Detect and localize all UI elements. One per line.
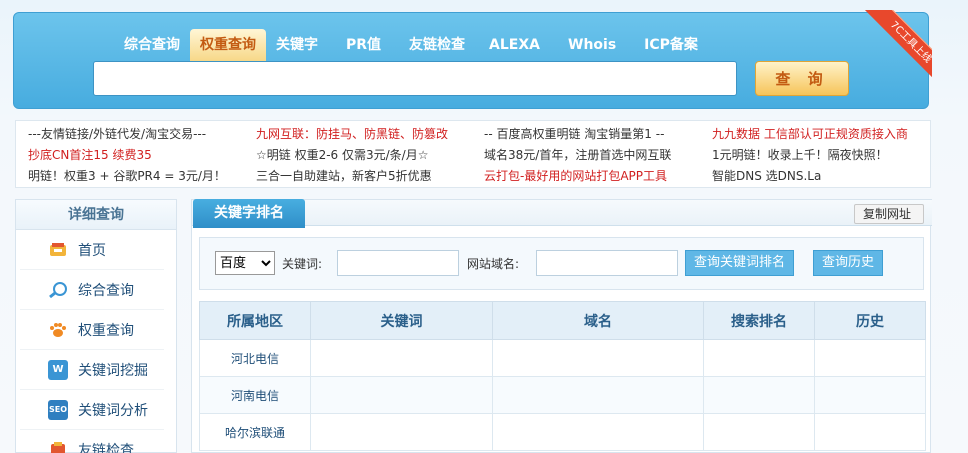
sidebar-title: 详细查询 bbox=[16, 200, 176, 230]
region-cell: 河南电信 bbox=[199, 376, 311, 414]
ad-column: ---友情链接/外链代发/淘宝交易--- 抄底CN首注15 续费35 明链！权重… bbox=[28, 124, 226, 187]
sidebar-item-label: 关键词分析 bbox=[78, 402, 148, 419]
sidebar-item-label: 友链检查 bbox=[78, 442, 134, 453]
column-header-domain: 域名 bbox=[492, 301, 704, 340]
tab-weight[interactable]: 权重查询 bbox=[190, 29, 266, 61]
copy-url-button[interactable]: 复制网址 bbox=[853, 204, 924, 224]
ad-column: 九九数据 工信部认可正规资质接入商 1元明链！收录上千！隔夜快照！ 智能DNS … bbox=[712, 124, 908, 187]
sidebar-item-keyword-mining[interactable]: W 关键词挖掘 bbox=[20, 350, 164, 390]
ad-link[interactable]: -- 百度高权重明链 淘宝销量第1 -- bbox=[484, 124, 671, 145]
tab-friendlink[interactable]: 友链检查 bbox=[399, 29, 475, 61]
ad-link[interactable]: ---友情链接/外链代发/淘宝交易--- bbox=[28, 124, 226, 145]
tab-pr[interactable]: PR值 bbox=[328, 29, 399, 61]
column-header-rank: 搜索排名 bbox=[703, 301, 815, 340]
ad-link[interactable]: 九网互联：防挂马、防黑链、防篡改 bbox=[256, 124, 448, 145]
ad-column: 九网互联：防挂马、防黑链、防篡改 ☆明链 权重2-6 仅需3元/条/月☆ 三合一… bbox=[256, 124, 448, 187]
query-ranking-button[interactable]: 查询关键词排名 bbox=[685, 250, 795, 276]
history-cell bbox=[814, 376, 926, 414]
query-history-button[interactable]: 查询历史 bbox=[813, 250, 884, 276]
ribbon-label[interactable]: 7C工具上线 bbox=[865, 10, 932, 80]
magnifier-icon bbox=[48, 280, 68, 300]
main-header: 关键字排名 复制网址 bbox=[192, 199, 932, 228]
sidebar-item-label: 关键词挖掘 bbox=[78, 362, 148, 379]
domain-cell bbox=[492, 376, 704, 414]
tab-whois[interactable]: Whois bbox=[554, 29, 630, 61]
tab-keyword-ranking[interactable]: 关键字排名 bbox=[193, 199, 305, 228]
ad-column: -- 百度高权重明链 淘宝销量第1 -- 域名38元/首年，注册首选中网互联 云… bbox=[484, 124, 671, 187]
ranking-table: 所属地区 关键词 域名 搜索排名 历史 河北电信 河南电信 哈尔滨联通 bbox=[199, 301, 926, 451]
corner-ribbon[interactable]: 7C工具上线 bbox=[862, 10, 932, 80]
main-panel: 关键字排名 复制网址 百度 关键词: 网站域名: 查询关键词排名 查询历史 所属… bbox=[191, 199, 932, 453]
tab-icp[interactable]: ICP备案 bbox=[630, 29, 712, 61]
table-row: 河南电信 bbox=[199, 376, 926, 414]
sidebar: 详细查询 首页 综合查询 权重查询 W 关键词挖掘 SEO 关键词分析 友链检查 bbox=[15, 199, 177, 453]
ad-link[interactable]: 1元明链！收录上千！隔夜快照！ bbox=[712, 145, 908, 166]
seo-icon: SEO bbox=[48, 399, 68, 420]
sidebar-item-keyword-analysis[interactable]: SEO 关键词分析 bbox=[20, 390, 164, 430]
keyword-input[interactable] bbox=[337, 250, 459, 276]
ad-link[interactable]: 智能DNS 选DNS.La bbox=[712, 166, 908, 187]
ad-link[interactable]: ☆明链 权重2-6 仅需3元/条/月☆ bbox=[256, 145, 448, 166]
table-row: 河北电信 bbox=[199, 339, 926, 377]
ad-link[interactable]: 明链！权重3 + 谷歌PR4 = 3元/月！ bbox=[28, 166, 226, 187]
tab-alexa[interactable]: ALEXA bbox=[475, 29, 554, 61]
ad-strip: ---友情链接/外链代发/淘宝交易--- 抄底CN首注15 续费35 明链！权重… bbox=[15, 120, 931, 188]
column-header-region: 所属地区 bbox=[199, 301, 311, 340]
history-cell bbox=[814, 413, 926, 451]
ad-link[interactable]: 三合一自助建站，新客户5折优惠 bbox=[256, 166, 448, 187]
ad-link[interactable]: 域名38元/首年，注册首选中网互联 bbox=[484, 145, 671, 166]
link-icon bbox=[48, 440, 68, 453]
keyword-cell bbox=[310, 413, 493, 451]
sidebar-item-weight[interactable]: 权重查询 bbox=[20, 310, 164, 350]
history-cell bbox=[814, 339, 926, 377]
sidebar-item-home[interactable]: 首页 bbox=[20, 230, 164, 270]
column-header-keyword: 关键词 bbox=[310, 301, 493, 340]
query-form: 百度 关键词: 网站域名: 查询关键词排名 查询历史 bbox=[199, 237, 924, 290]
sidebar-item-label: 综合查询 bbox=[78, 282, 134, 299]
ad-link[interactable]: 抄底CN首注15 续费35 bbox=[28, 145, 226, 166]
engine-select[interactable]: 百度 bbox=[215, 251, 275, 275]
sidebar-item-label: 首页 bbox=[78, 242, 106, 259]
domain-label: 网站域名: bbox=[467, 257, 520, 271]
keyword-cell bbox=[310, 339, 493, 377]
search-button[interactable]: 查 询 bbox=[755, 61, 849, 96]
ad-link[interactable]: 云打包-最好用的网站打包APP工具 bbox=[484, 166, 671, 187]
search-input[interactable] bbox=[93, 61, 737, 96]
keyword-cell bbox=[310, 376, 493, 414]
table-header-row: 所属地区 关键词 域名 搜索排名 历史 bbox=[199, 301, 926, 340]
home-icon bbox=[48, 240, 68, 260]
tab-comprehensive[interactable]: 综合查询 bbox=[114, 29, 190, 61]
sidebar-item-friendlink[interactable]: 友链检查 bbox=[20, 430, 164, 453]
rank-cell bbox=[703, 339, 815, 377]
column-header-history: 历史 bbox=[814, 301, 926, 340]
search-panel: 综合查询 权重查询 关键字 PR值 友链检查 ALEXA Whois ICP备案… bbox=[13, 12, 929, 109]
domain-cell bbox=[492, 339, 704, 377]
rank-cell bbox=[703, 413, 815, 451]
rank-cell bbox=[703, 376, 815, 414]
tab-keyword[interactable]: 关键字 bbox=[266, 29, 328, 61]
domain-cell bbox=[492, 413, 704, 451]
region-cell: 河北电信 bbox=[199, 339, 311, 377]
table-row: 哈尔滨联通 bbox=[199, 413, 926, 451]
nav-tabs: 综合查询 权重查询 关键字 PR值 友链检查 ALEXA Whois ICP备案 bbox=[114, 29, 712, 61]
region-cell: 哈尔滨联通 bbox=[199, 413, 311, 451]
keyword-label: 关键词: bbox=[282, 257, 323, 271]
sidebar-item-label: 权重查询 bbox=[78, 322, 134, 339]
paw-icon bbox=[48, 320, 68, 340]
domain-input[interactable] bbox=[536, 250, 678, 276]
sidebar-item-comprehensive[interactable]: 综合查询 bbox=[20, 270, 164, 310]
ad-link[interactable]: 九九数据 工信部认可正规资质接入商 bbox=[712, 124, 908, 145]
w-icon: W bbox=[48, 359, 68, 380]
